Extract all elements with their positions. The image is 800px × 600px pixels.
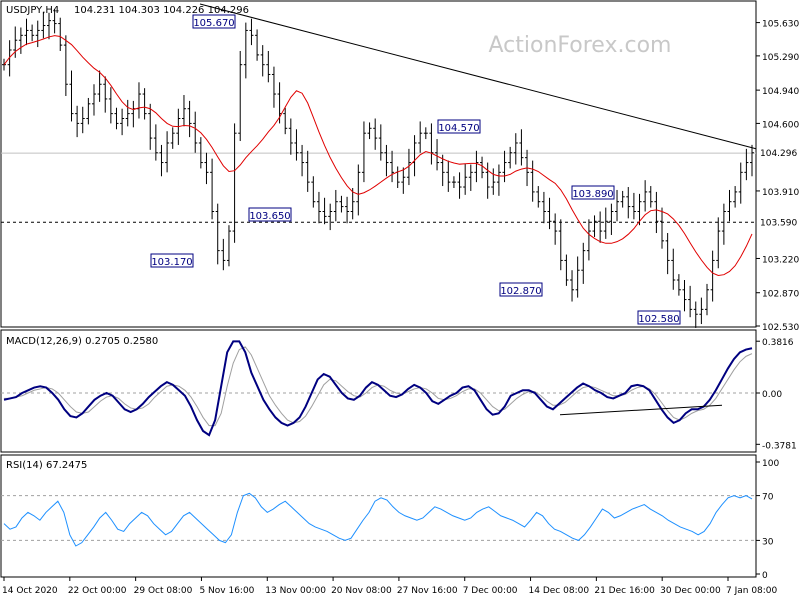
annotation-label: 103.170 [150,253,194,268]
x-tick-label: 27 Nov 16:00 [397,586,458,596]
x-tick-label: 7 Dec 00:00 [463,586,518,596]
annotation-label: 103.650 [248,207,292,222]
annotation-label: 102.580 [637,310,681,325]
annotation-text: 103.890 [572,189,613,200]
moving-average-line [3,35,753,277]
x-tick-label: 22 Oct 00:00 [68,586,127,596]
annotation-label: 102.870 [499,282,543,297]
annotation-text: 103.170 [151,257,192,268]
rsi-layer [1,492,756,547]
price-tick-label: 104.940 [762,87,799,97]
price-tick-label: 105.290 [762,53,799,63]
x-tick-label: 20 Nov 08:00 [331,586,392,596]
axis-layer: 105.630 105.290 104.940 104.600 103.910 103.2… [2,20,799,596]
x-tick-label: 14 Dec 08:00 [529,586,590,596]
watermark: ActionForex.com [489,33,672,58]
ohlc-label: 104.231 104.303 104.226 104.296 [74,5,249,16]
rsi-tick-label: 100 [762,459,779,469]
macd-tick-label: 0.3816 [762,338,794,348]
rsi-tick-label: 30 [762,537,774,547]
annotation-text: 102.580 [638,314,679,325]
x-tick-label: 7 Jan 08:00 [726,586,778,596]
x-tick-label: 29 Oct 08:00 [134,586,193,596]
price-tick-label: 102.870 [762,290,799,300]
x-tick-label: 21 Dec 16:00 [594,586,655,596]
chart-canvas: ActionForex.com USDJPY,H4 104.231 104.30… [0,0,799,596]
x-tick-label: 30 Dec 00:00 [660,586,721,596]
x-tick-label: 5 Nov 16:00 [199,586,254,596]
rsi-title: RSI(14) 67.2475 [6,460,87,471]
rsi-tick-label: 70 [762,493,774,503]
x-tick-label: 14 Oct 2020 [2,586,58,596]
price-tick-label: 103.910 [762,188,799,198]
macd-layer [1,340,756,437]
symbol-label: USDJPY,H4 [6,5,59,16]
macd-panel-frame [0,329,757,453]
annotation-text: 102.870 [500,286,541,297]
macd-line [3,340,753,437]
rsi-tick-label: 0 [762,571,768,581]
x-tick-label: 13 Nov 00:00 [265,586,326,596]
macd-title: MACD(12,26,9) 0.2705 0.2580 [6,336,158,347]
annotation-text: 103.650 [249,211,290,222]
annotation-text: 105.670 [193,18,234,29]
annotation-text: 104.570 [438,123,479,134]
price-tick-label: 102.530 [762,323,799,333]
price-tick-label: 104.600 [762,120,799,130]
rsi-panel-frame [0,454,757,578]
annotation-label: 103.890 [571,185,615,200]
macd-tick-label: 0.00 [762,390,782,400]
annotation-label: 105.670 [192,14,236,29]
current-price-label-text: 104.296 [760,149,797,159]
level-label-text: 103.590 [760,218,797,228]
annotation-label: 104.570 [437,119,481,134]
price-tick-label: 105.630 [762,20,799,30]
macd-tick-label: -0.3781 [762,441,797,451]
price-tick-label: 103.220 [762,255,799,265]
rsi-line [3,492,753,547]
